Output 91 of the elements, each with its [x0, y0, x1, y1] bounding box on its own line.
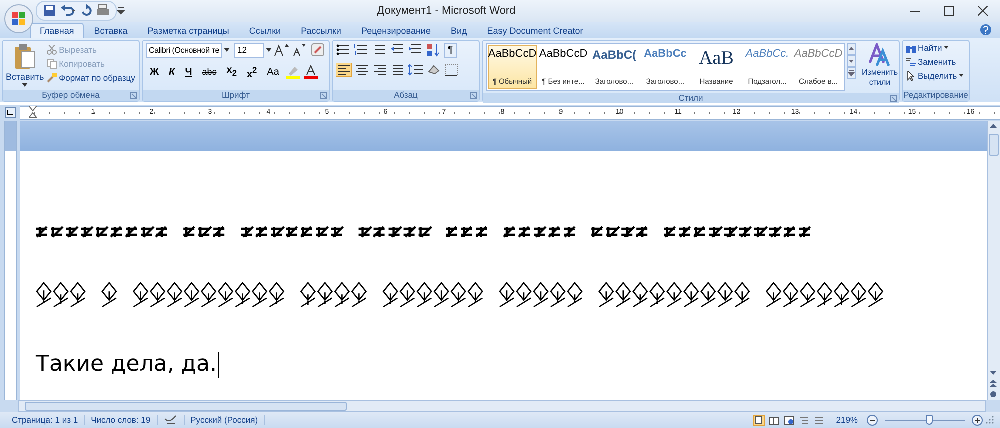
clear-format-icon[interactable] [310, 43, 326, 58]
font-color-icon[interactable] [303, 65, 320, 80]
italic-button[interactable]: К [165, 64, 180, 80]
zoom-in-icon[interactable] [972, 414, 983, 426]
browse-object-icon[interactable] [988, 389, 999, 400]
subscript-button[interactable]: x$_{2}$ [222, 63, 241, 82]
font-size-field[interactable]: 12 [234, 42, 264, 58]
page-count[interactable]: Страница: 1 из 1 [6, 415, 86, 425]
caret-icon [22, 82, 28, 87]
align-left-icon[interactable] [336, 62, 352, 77]
resize-grip-icon[interactable] [986, 416, 994, 424]
bullets-icon[interactable] [336, 43, 352, 58]
word-count[interactable]: Число слов: 19 [85, 415, 158, 425]
scrollbar-thumb[interactable] [25, 402, 347, 410]
replace-button[interactable]: Заменить [906, 56, 964, 67]
caret-icon [224, 48, 230, 52]
group-label: Абзац [394, 90, 418, 100]
group-label: Редактирование [904, 90, 968, 100]
ribbon-tab[interactable]: Вид [440, 22, 478, 38]
window-title: Документ1 - Microsoft Word [376, 4, 517, 17]
print-layout-view-icon[interactable] [753, 414, 766, 426]
help-icon[interactable] [980, 24, 992, 36]
web-layout-icon[interactable] [783, 414, 796, 426]
group-label: Стили [678, 92, 704, 103]
paste-button[interactable]: Вставить [6, 42, 44, 87]
zoom-slider-thumb[interactable] [926, 414, 933, 424]
change-styles-button[interactable]: Изменить стили [858, 42, 902, 88]
zoom-level[interactable]: 219% [836, 415, 858, 425]
caret-icon [959, 74, 964, 78]
more-icon[interactable] [847, 66, 856, 79]
redo-icon[interactable] [80, 4, 92, 18]
print-icon[interactable] [96, 4, 110, 18]
draft-view-icon[interactable] [813, 414, 826, 426]
scroll-down-icon[interactable] [847, 54, 856, 67]
cursor-icon [906, 70, 916, 81]
horizontal-scrollbar[interactable] [18, 400, 986, 412]
caret-icon [266, 48, 272, 52]
indent-marker-icon[interactable] [29, 106, 37, 118]
language-indicator[interactable]: Русский (Россия) [184, 415, 266, 425]
strikethrough-button[interactable]: abc [198, 64, 221, 80]
styles-letter-icon [869, 42, 891, 67]
show-formatting-button[interactable]: ¶ [444, 42, 458, 58]
tab-stop-icon[interactable] [5, 107, 16, 118]
copy-icon [47, 58, 58, 69]
grow-font-icon[interactable] [274, 43, 290, 58]
close-icon[interactable] [978, 6, 988, 16]
ribbon-tab[interactable]: Easy Document Creator [477, 22, 594, 38]
scroll-up-icon[interactable] [847, 42, 856, 55]
document-text: Такие дела, да. [36, 352, 217, 378]
document-page[interactable]: Такие дела, да. [20, 150, 987, 400]
ribbon-tab[interactable]: Главная [30, 22, 84, 38]
align-center-icon[interactable] [354, 62, 370, 77]
font-name-field[interactable]: Calibri (Основной те [146, 42, 222, 58]
caret-icon [944, 46, 950, 50]
group-label: Буфер обмена [42, 90, 100, 100]
save-icon[interactable] [43, 4, 56, 18]
justify-icon[interactable] [390, 62, 406, 77]
scrollbar-thumb[interactable] [989, 134, 999, 156]
superscript-button[interactable]: x$^{2}$ [242, 62, 262, 82]
change-case-button[interactable]: Aa [263, 64, 284, 80]
proofing-icon[interactable] [164, 415, 178, 425]
maximize-icon[interactable] [944, 6, 954, 16]
ribbon-tab[interactable]: Ссылки [239, 22, 292, 38]
full-screen-reading-icon[interactable] [768, 414, 780, 426]
sort-icon[interactable] [426, 43, 442, 58]
replace-icon [906, 56, 916, 67]
zoom-out-icon[interactable] [867, 414, 878, 426]
brush-icon [47, 72, 58, 83]
ribbon-tab[interactable]: Рецензирование [351, 22, 441, 38]
borders-icon[interactable] [444, 62, 460, 77]
shading-icon[interactable] [426, 62, 442, 77]
underline-button[interactable]: Ч [181, 64, 196, 80]
ribbon-tab[interactable]: Рассылки [291, 22, 352, 38]
clipboard-icon [13, 42, 38, 71]
scissors-icon [47, 44, 58, 55]
undo-icon[interactable] [60, 4, 76, 18]
find-button[interactable]: Найти [906, 42, 964, 53]
format-painter-button[interactable]: Формат по образцу [47, 72, 136, 83]
line-spacing-icon[interactable] [408, 62, 424, 77]
multilevel-list-icon[interactable] [372, 43, 388, 58]
customize-menu-icon[interactable] [117, 6, 125, 16]
previous-page-icon[interactable] [988, 378, 999, 389]
ribbon-tab[interactable]: Вставка [84, 22, 138, 38]
numbering-icon[interactable] [354, 43, 370, 58]
align-right-icon[interactable] [372, 62, 388, 77]
shrink-font-icon[interactable] [292, 43, 308, 58]
bold-button[interactable]: Ж [146, 64, 164, 80]
group-label: Шрифт [222, 90, 250, 100]
select-button[interactable]: Выделить [906, 70, 964, 81]
ribbon-tab[interactable]: Разметка страницы [138, 22, 240, 38]
outline-view-icon[interactable] [798, 414, 810, 426]
